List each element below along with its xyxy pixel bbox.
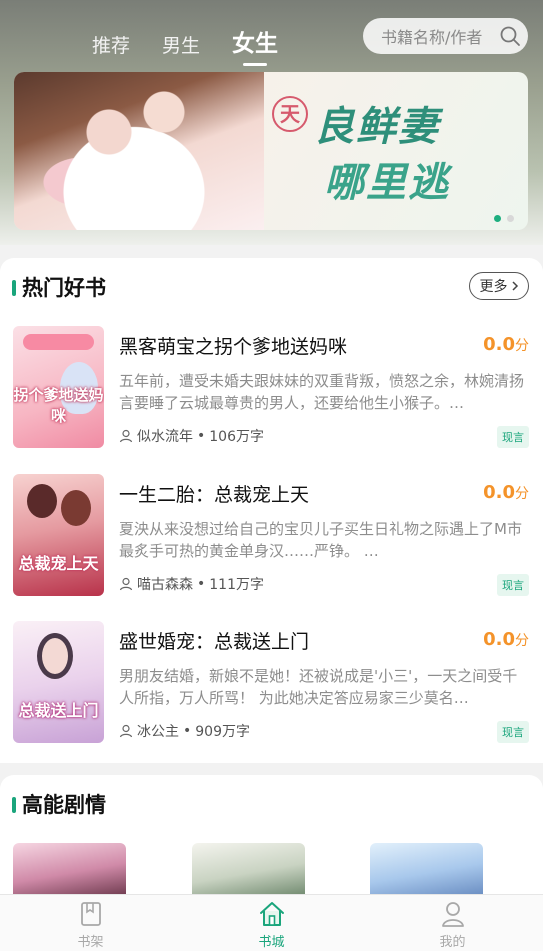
search-placeholder: 书籍名称/作者 bbox=[381, 28, 483, 47]
meta-separator: • bbox=[197, 428, 206, 444]
banner-title-line1: 良鲜妻 bbox=[314, 104, 440, 150]
book-word-count: 106万字 bbox=[209, 429, 264, 445]
home-icon bbox=[259, 902, 284, 926]
nav-label: 书城 bbox=[258, 935, 285, 950]
book-description: 夏泱从来没想过给自己的宝贝儿子买生日礼物之际遇上了M市最炙手可热的黄金单身汉……… bbox=[119, 520, 522, 560]
category-tabs: 推荐 男生 女生 bbox=[92, 18, 310, 58]
book-genre-tag: 现言 bbox=[497, 426, 529, 448]
book-cover-title: 总裁送上门 bbox=[18, 701, 99, 720]
nav-profile[interactable]: 我的 bbox=[362, 895, 543, 951]
nav-label: 书架 bbox=[77, 935, 104, 950]
book-description: 五年前，遭受未婚夫跟妹妹的双重背叛，愤怒之余，林婉清扬言要睡了云城最尊贵的男人，… bbox=[119, 372, 525, 412]
section-accent-bar bbox=[12, 280, 16, 296]
book-item[interactable]: 总裁送上门 盛世婚宠：总裁送上门 0.0分 男朋友结婚，新娘不是她！还被说成是'… bbox=[0, 621, 543, 749]
book-title[interactable]: 黑客萌宝之拐个爹地送妈咪 bbox=[119, 332, 347, 359]
tab-recommend[interactable]: 推荐 bbox=[92, 31, 130, 58]
user-icon bbox=[119, 577, 133, 591]
book-author: 似水流年 bbox=[137, 429, 193, 445]
book-word-count: 111万字 bbox=[209, 577, 264, 593]
section-header: 热门好书 更多 bbox=[0, 258, 543, 316]
more-label: 更多 bbox=[479, 279, 508, 295]
book-item[interactable]: 总裁宠上天 一生二胎：总裁宠上天 0.0分 夏泱从来没想过给自己的宝贝儿子买生日… bbox=[0, 474, 543, 602]
pagination-dot-active[interactable] bbox=[494, 215, 501, 222]
section-title: 高能剧情 bbox=[22, 793, 106, 817]
book-cover-title: 拐个爹地送妈咪 bbox=[13, 386, 104, 425]
meta-separator: • bbox=[183, 723, 192, 739]
book-genre-tag: 现言 bbox=[497, 721, 529, 743]
book-genre-tag: 现言 bbox=[497, 574, 529, 596]
book-cover[interactable]: 拐个爹地送妈咪 bbox=[13, 326, 104, 448]
section-accent-bar bbox=[12, 797, 16, 813]
more-button[interactable]: 更多 bbox=[469, 272, 529, 300]
book-score: 0.0分 bbox=[483, 482, 529, 503]
book-meta: 喵古森森 • 111万字 bbox=[119, 574, 264, 594]
search-icon[interactable] bbox=[492, 18, 528, 54]
profile-icon bbox=[441, 902, 464, 927]
banner-pagination bbox=[494, 215, 514, 222]
book-word-count: 909万字 bbox=[195, 724, 250, 740]
hot-books-section: 热门好书 更多 拐个爹地送妈咪 黑客萌宝之拐个爹地送妈咪 0.0分 五年前，遭受… bbox=[0, 258, 543, 763]
user-icon bbox=[119, 429, 133, 443]
book-score: 0.0分 bbox=[483, 334, 529, 355]
search-input[interactable]: 书籍名称/作者 bbox=[363, 18, 528, 54]
bottom-navbar: 书架 书城 我的 bbox=[0, 894, 543, 951]
meta-separator: • bbox=[197, 576, 206, 592]
book-cover[interactable]: 总裁宠上天 bbox=[13, 474, 104, 596]
book-description: 男朋友结婚，新娘不是她！还被说成是'小三'，一天之间受千人所指，万人所骂！ 为此… bbox=[119, 667, 518, 707]
book-cover-title: 总裁宠上天 bbox=[18, 554, 99, 573]
nav-bookstore[interactable]: 书城 bbox=[181, 895, 362, 951]
book-author: 喵古森森 bbox=[137, 577, 193, 593]
banner-circle-text: 天 bbox=[280, 102, 300, 126]
nav-bookshelf[interactable]: 书架 bbox=[0, 895, 181, 951]
book-meta: 似水流年 • 106万字 bbox=[119, 426, 264, 446]
book-title[interactable]: 一生二胎：总裁宠上天 bbox=[119, 480, 309, 507]
header: 推荐 男生 女生 书籍名称/作者 天 良鲜妻 哪里逃 bbox=[0, 0, 543, 245]
book-title[interactable]: 盛世婚宠：总裁送上门 bbox=[119, 627, 309, 654]
book-author: 冰公主 bbox=[137, 724, 179, 740]
book-cover[interactable]: 总裁送上门 bbox=[13, 621, 104, 743]
book-meta: 冰公主 • 909万字 bbox=[119, 721, 250, 741]
banner-circle-badge: 天 bbox=[272, 96, 308, 132]
tab-female[interactable]: 女生 bbox=[232, 24, 278, 58]
banner-illustration bbox=[14, 72, 264, 230]
chevron-right-icon bbox=[511, 281, 518, 291]
tab-male[interactable]: 男生 bbox=[162, 31, 200, 58]
section-title: 热门好书 bbox=[22, 276, 106, 300]
banner-title-line2: 哪里逃 bbox=[324, 160, 450, 206]
promo-banner[interactable]: 天 良鲜妻 哪里逃 bbox=[14, 72, 528, 230]
nav-label: 我的 bbox=[439, 935, 466, 950]
book-score: 0.0分 bbox=[483, 629, 529, 650]
bookshelf-icon bbox=[80, 902, 101, 926]
pagination-dot[interactable] bbox=[507, 215, 514, 222]
book-item[interactable]: 拐个爹地送妈咪 黑客萌宝之拐个爹地送妈咪 0.0分 五年前，遭受未婚夫跟妹妹的双… bbox=[0, 326, 543, 454]
section-header: 高能剧情 bbox=[0, 775, 543, 833]
user-icon bbox=[119, 724, 133, 738]
